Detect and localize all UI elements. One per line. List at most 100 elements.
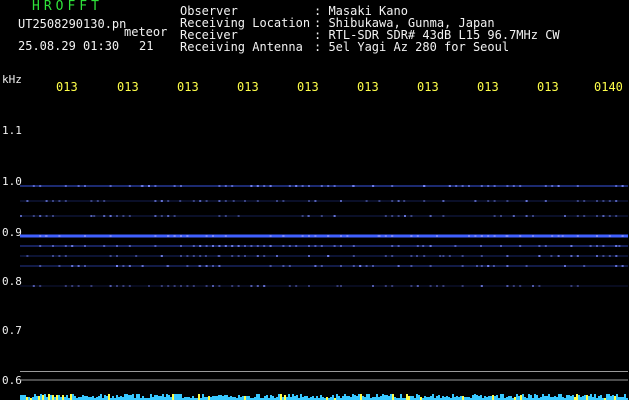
noise-speckle [544,200,547,202]
level-bar [566,395,568,400]
level-bar [412,396,414,400]
noise-speckle [231,255,234,257]
noise-speckle [378,200,381,202]
level-bar [304,396,306,400]
noise-speckle [32,185,35,187]
meteor-count: 21 [139,39,154,53]
noise-speckle [359,265,362,267]
level-bar [156,395,158,400]
noise-speckle [93,215,96,217]
level-bar [98,396,100,400]
noise-speckle [340,235,342,237]
level-bar [264,396,266,400]
level-bar [598,396,600,400]
noise-speckle [423,255,426,257]
level-bar [384,395,386,400]
noise-speckle [500,245,502,247]
noise-speckle [384,215,387,217]
noise-speckle [154,200,157,202]
noise-speckle [179,200,182,202]
noise-speckle [423,200,426,202]
reference-line [20,371,628,372]
noise-speckle [244,200,246,202]
noise-speckle [474,200,477,202]
noise-speckle [256,185,259,187]
level-bar [452,394,454,400]
noise-speckle [615,185,618,187]
level-bar [608,394,610,400]
noise-speckle [269,245,272,247]
noise-speckle [71,245,74,247]
file-name: UT2508290130.pn [18,17,127,31]
noise-speckle [308,235,310,237]
level-bar [84,396,86,400]
level-bar [432,394,434,400]
noise-speckle [519,185,522,187]
level-bar [66,395,68,400]
noise-speckle [52,245,54,247]
signal-band [20,265,628,267]
noise-speckle [282,235,285,237]
noise-speckle [327,185,330,187]
noise-speckle [429,245,432,247]
level-bar [610,396,612,400]
level-bar [50,395,52,400]
noise-speckle [128,245,131,247]
level-bar [284,395,286,400]
level-bar [244,396,246,400]
level-bar [58,395,60,400]
noise-speckle [461,185,464,187]
noise-speckle [506,185,509,187]
noise-speckle [276,255,278,257]
noise-speckle [192,255,195,257]
noise-speckle [557,185,560,187]
level-bar [116,395,118,400]
level-bar [248,396,250,400]
noise-speckle [519,245,522,247]
noise-speckle [308,255,310,257]
level-bar [530,395,532,400]
noise-speckle [192,200,195,202]
noise-speckle [551,185,554,187]
noise-speckle [231,285,234,287]
noise-speckle [39,235,42,237]
noise-speckle [167,235,170,237]
noise-speckle [26,200,29,202]
noise-speckle [116,245,118,247]
level-bar [92,396,94,400]
noise-speckle [180,255,182,257]
noise-speckle [397,215,400,217]
level-bar [198,394,200,400]
noise-speckle [538,285,541,287]
level-bar [386,395,388,400]
noise-speckle [410,265,413,267]
noise-speckle [618,245,621,247]
noise-speckle [180,285,182,287]
noise-speckle [224,245,227,247]
noise-speckle [173,215,176,217]
noise-speckle [621,235,624,237]
time-tick: 013 [477,80,499,94]
noise-speckle [538,245,541,247]
noise-speckle [391,285,394,287]
noise-speckle [416,285,419,287]
level-bar [436,396,438,400]
noise-speckle [52,255,54,257]
noise-speckle [45,200,48,202]
level-bar [192,396,194,400]
noise-speckle [480,185,483,187]
noise-speckle [583,215,586,217]
level-bar [354,395,356,400]
noise-speckle [167,200,170,202]
noise-speckle [52,200,54,202]
level-bar [20,395,22,400]
noise-speckle [320,185,323,187]
noise-speckle [615,245,618,247]
noise-speckle [218,265,221,267]
noise-speckle [295,245,298,247]
noise-speckle [602,255,605,257]
level-bar [142,396,144,400]
level-bar [208,396,210,400]
level-bar [476,395,478,400]
noise-speckle [39,265,42,267]
